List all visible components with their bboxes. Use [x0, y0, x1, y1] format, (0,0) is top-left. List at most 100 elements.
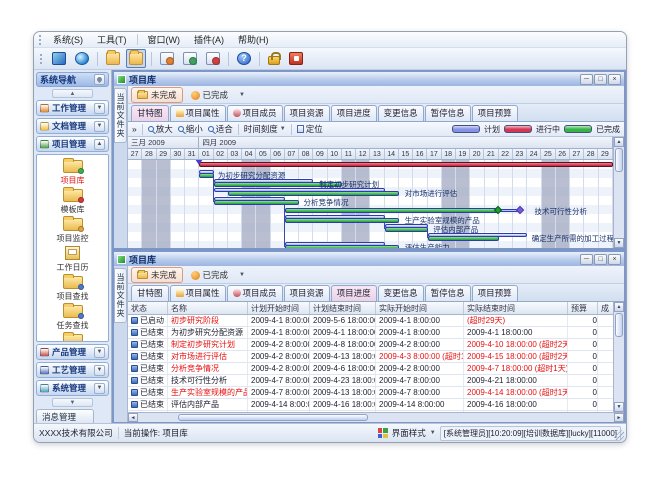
- table-row[interactable]: 已结束制定初步研究计划2009-4-2 8:00:002009-4-8 18:0…: [128, 339, 613, 351]
- tab-暂停信息[interactable]: 暂停信息: [425, 105, 471, 121]
- minimize-button[interactable]: ─: [580, 74, 593, 85]
- actual-bar[interactable]: [228, 191, 399, 196]
- tab-甘特图[interactable]: 甘特图: [131, 105, 169, 121]
- toolbar-grip[interactable]: [39, 35, 42, 45]
- globe-icon-button[interactable]: [72, 49, 92, 68]
- actual-bar[interactable]: [285, 218, 399, 223]
- folder-tab-未完成[interactable]: 未完成: [131, 87, 183, 103]
- actual-bar[interactable]: [285, 208, 499, 213]
- current-folder-tab[interactable]: 当前文件夹: [114, 268, 127, 323]
- chevron-up-icon[interactable]: ▲: [94, 139, 105, 150]
- fit-button[interactable]: 适合: [208, 123, 233, 135]
- tab-项目预算[interactable]: 项目预算: [472, 105, 518, 121]
- sidebar-item-工作日历[interactable]: 工作日历: [37, 244, 108, 273]
- lock-icon-button[interactable]: [265, 49, 283, 68]
- maximize-button[interactable]: □: [594, 74, 607, 85]
- table-row[interactable]: 已结束分析竞争情况2009-4-2 8:00:002009-4-6 18:00:…: [128, 363, 613, 375]
- menu-item-4[interactable]: 帮助(H): [232, 32, 275, 47]
- mail-check-icon-button[interactable]: [180, 49, 200, 68]
- sidebar-collapse-chip[interactable]: ▲: [52, 89, 93, 98]
- actual-bar[interactable]: [285, 245, 399, 248]
- zoom-out-button[interactable]: 缩小: [178, 123, 203, 135]
- sidebar-overflow-chip[interactable]: ▼: [52, 398, 93, 407]
- scroll-right-arrow[interactable]: ►: [614, 413, 624, 422]
- summary-bar[interactable]: [199, 162, 613, 167]
- resize-grip[interactable]: [614, 430, 624, 440]
- tab-变更信息[interactable]: 变更信息: [378, 105, 424, 121]
- sidebar-group-3[interactable]: 产品管理▼: [36, 344, 109, 360]
- table-vscrollbar[interactable]: ▲▼: [613, 302, 624, 412]
- zoom-in-button[interactable]: 放大: [148, 123, 173, 135]
- close-button[interactable]: ×: [608, 74, 621, 85]
- table-row[interactable]: 已结束评估内部产品2009-4-14 8:00:002009-4-16 18:0…: [128, 399, 613, 411]
- sidebar-group-1[interactable]: 文档管理▼: [36, 118, 109, 134]
- tab-项目资源[interactable]: 项目资源: [284, 105, 330, 121]
- scroll-down-arrow[interactable]: ▼: [614, 238, 624, 248]
- table-row[interactable]: 已启动初步研究阶段2009-4-1 8:00:002009-5-6 18:00:…: [128, 315, 613, 327]
- chevron-down-icon[interactable]: ▼: [94, 383, 105, 394]
- tab-项目进度[interactable]: 项目进度: [331, 285, 377, 301]
- sidebar-group-2[interactable]: 项目管理▲: [36, 136, 109, 152]
- table-row[interactable]: 已结束技术可行性分析2009-4-7 8:00:002009-4-23 18:0…: [128, 375, 613, 387]
- chevron-down-icon[interactable]: ▼: [94, 365, 105, 376]
- menu-item-0[interactable]: 系统(S): [47, 32, 89, 47]
- maximize-button[interactable]: □: [594, 254, 607, 265]
- column-header-名称[interactable]: 名称: [168, 302, 248, 314]
- folder-open-icon-button[interactable]: [126, 49, 146, 68]
- actual-bar[interactable]: [385, 227, 428, 232]
- column-header-实际结束时间[interactable]: 实际结束时间: [464, 302, 568, 314]
- mail-icon-button[interactable]: [157, 49, 177, 68]
- actual-bar[interactable]: [214, 200, 300, 205]
- help-icon-button[interactable]: ?: [234, 49, 254, 68]
- menu-item-2[interactable]: 窗口(W): [142, 32, 187, 47]
- tab-项目进度[interactable]: 项目进度: [331, 105, 377, 121]
- chevron-down-icon[interactable]: ▼: [94, 347, 105, 358]
- current-folder-tab[interactable]: 当前文件夹: [114, 88, 127, 143]
- chevron-down-icon[interactable]: ▼: [94, 121, 105, 132]
- overflow-chevron[interactable]: »: [132, 124, 137, 134]
- pin-button[interactable]: [94, 74, 105, 85]
- gantt-vscrollbar[interactable]: ▲▼: [613, 137, 624, 248]
- sidebar-item-模板库[interactable]: 模板库: [37, 186, 108, 215]
- mail-new-icon-button[interactable]: [203, 49, 223, 68]
- chevron-down-icon[interactable]: ▼: [94, 103, 105, 114]
- scroll-thumb[interactable]: [178, 414, 368, 421]
- exit-icon-button[interactable]: [286, 49, 306, 68]
- sidebar-group-0[interactable]: 工作管理▼: [36, 100, 109, 116]
- toolbar-grip[interactable]: [40, 54, 43, 64]
- actual-bar[interactable]: [199, 173, 213, 178]
- computer-icon-button[interactable]: [49, 49, 69, 68]
- sidebar-item-项目文档查找[interactable]: 项目文档查找: [37, 331, 108, 342]
- locate-button[interactable]: 定位: [297, 123, 323, 135]
- more-tabs-icon[interactable]: ▼: [236, 92, 248, 98]
- tab-项目资源[interactable]: 项目资源: [284, 285, 330, 301]
- close-button[interactable]: ×: [608, 254, 621, 265]
- column-header-状态[interactable]: 状态: [128, 302, 168, 314]
- tab-暂停信息[interactable]: 暂停信息: [425, 285, 471, 301]
- table-row[interactable]: 已结束为初步研究分配资源2009-4-1 8:00:002009-4-1 18:…: [128, 327, 613, 339]
- tab-甘特图[interactable]: 甘特图: [131, 285, 169, 301]
- folder-closed-icon-button[interactable]: [103, 49, 123, 68]
- sidebar-item-项目库[interactable]: 项目库: [37, 157, 108, 186]
- scroll-thumb[interactable]: [615, 148, 623, 172]
- column-header-计划结束时间[interactable]: 计划结束时间: [310, 302, 376, 314]
- scroll-left-arrow[interactable]: ◄: [128, 413, 138, 422]
- tab-项目成员[interactable]: 项目成员: [227, 105, 283, 121]
- folder-tab-未完成[interactable]: 未完成: [131, 267, 183, 283]
- table-row[interactable]: 已结束对市场进行评估2009-4-2 8:00:002009-4-13 18:0…: [128, 351, 613, 363]
- table-titlebar[interactable]: 项目库 ─□×: [114, 252, 624, 266]
- gantt-titlebar[interactable]: 项目库 ─□×: [114, 72, 624, 86]
- actual-bar[interactable]: [428, 236, 499, 241]
- tab-项目预算[interactable]: 项目预算: [472, 285, 518, 301]
- sidebar-item-项目监控[interactable]: 项目监控: [37, 215, 108, 244]
- more-tabs-icon[interactable]: ▼: [236, 272, 248, 278]
- tab-项目成员[interactable]: 项目成员: [227, 285, 283, 301]
- menu-item-1[interactable]: 工具(T): [91, 32, 133, 47]
- tab-项目属性[interactable]: 项目属性: [170, 285, 226, 301]
- column-header-成[interactable]: 成: [598, 302, 613, 314]
- menu-item-3[interactable]: 插件(A): [188, 32, 230, 47]
- table-row[interactable]: 已结束生产实验室规模的产品2009-4-7 8:00:002009-4-13 1…: [128, 387, 613, 399]
- sidebar-item-项目查找[interactable]: 项目查找: [37, 273, 108, 302]
- tab-变更信息[interactable]: 变更信息: [378, 285, 424, 301]
- scroll-up-arrow[interactable]: ▲: [614, 137, 624, 147]
